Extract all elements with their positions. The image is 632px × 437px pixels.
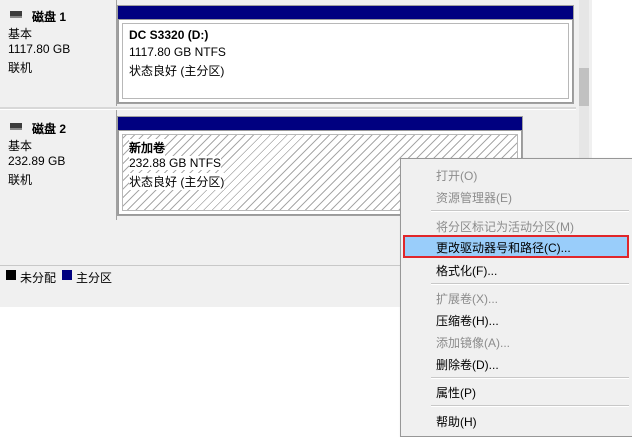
volume-name: 新加卷 [129,139,166,156]
volume-name: DC S3320 (D:) [129,28,209,42]
primary-swatch [62,270,72,280]
volume-d[interactable]: DC S3320 (D:) 1117.80 GB NTFS 状态良好 (主分区) [117,5,574,104]
menu-item-explorer[interactable]: 资源管理器(E) [403,185,629,207]
primary-partition-bar [118,6,573,19]
legend-unallocated: 未分配 [20,271,57,285]
disk-status: 联机 [8,61,33,75]
disk-type: 基本 [8,27,33,41]
menu-item-open[interactable]: 打开(O) [403,163,629,185]
primary-partition-bar [118,117,522,130]
menu-separator [431,405,629,407]
volume-health: 状态良好 (主分区) [129,173,225,190]
menu-item-properties[interactable]: 属性(P) [403,380,629,402]
volume-size-fs: 232.88 GB NTFS [129,156,222,170]
menu-item-extend-volume[interactable]: 扩展卷(X)... [403,286,629,308]
legend-primary: 主分区 [76,271,113,285]
context-menu: 打开(O) 资源管理器(E) 将分区标记为活动分区(M) 更改驱动器号和路径(C… [400,158,632,437]
menu-separator [431,210,629,212]
menu-item-format[interactable]: 格式化(F)... [403,258,629,280]
disk-icon [10,11,22,18]
menu-item-shrink-volume[interactable]: 压缩卷(H)... [403,308,629,330]
disk-2-label[interactable]: 磁盘 2 基本 232.89 GB 联机 [0,110,117,220]
disk-title: 磁盘 2 [32,122,67,136]
disk-title: 磁盘 1 [32,10,67,24]
menu-separator [431,283,629,285]
vertical-scrollbar[interactable] [576,0,592,160]
disk-status: 联机 [8,173,33,187]
disk-size: 232.89 GB [8,154,66,168]
menu-separator [431,377,629,379]
volume-health: 状态良好 (主分区) [129,62,225,79]
disk-type: 基本 [8,139,33,153]
disk-size: 1117.80 GB [8,42,71,56]
volume-size-fs: 1117.80 GB NTFS [129,45,226,59]
disk-icon [10,123,22,130]
disk-1-label[interactable]: 磁盘 1 基本 1117.80 GB 联机 [0,0,117,106]
menu-item-change-drive-letter[interactable]: 更改驱动器号和路径(C)... [403,235,629,258]
unallocated-swatch [6,270,16,280]
menu-item-mark-active[interactable]: 将分区标记为活动分区(M) [403,214,629,236]
menu-item-delete-volume[interactable]: 删除卷(D)... [403,352,629,374]
menu-item-add-mirror[interactable]: 添加镜像(A)... [403,330,629,352]
scrollbar-thumb[interactable] [579,68,589,106]
menu-item-help[interactable]: 帮助(H) [403,409,629,431]
